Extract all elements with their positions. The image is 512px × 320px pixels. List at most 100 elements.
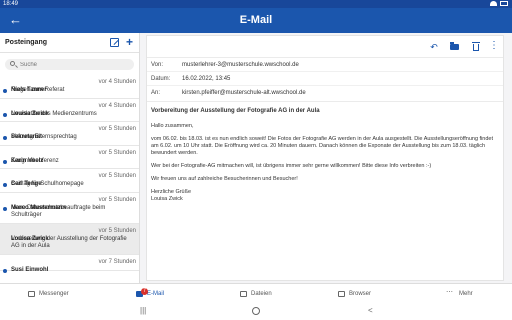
battery-icon — [500, 1, 508, 6]
to-label: An: — [151, 90, 161, 96]
mail-time: vor 5 Stunden — [98, 149, 136, 156]
unread-dot-icon — [3, 136, 7, 140]
reply-icon[interactable]: ↶ — [427, 40, 441, 54]
nav-more-label: Mehr — [459, 290, 473, 297]
mail-item-header: Sekretariat vor 5 Stunden — [11, 125, 136, 140]
unread-dot-icon — [3, 159, 7, 164]
back-icon[interactable]: < — [368, 306, 373, 316]
nav-messenger[interactable]: Messenger — [28, 284, 69, 303]
globe-icon — [338, 290, 345, 297]
body-paragraph: Hallo zusammen, — [151, 123, 194, 129]
mail-item-header: Louisa Zwick vor 5 Stunden — [11, 227, 136, 242]
mail-list-item[interactable]: Karin Voelz vor 5 Stunden Zeugniskonferenz — [0, 146, 139, 169]
nav-browser-label: Browser — [349, 290, 372, 297]
files-icon — [240, 290, 247, 297]
search-box[interactable] — [5, 59, 134, 70]
mail-sender: Karin Voelz — [11, 157, 44, 164]
mail-sender: Carl Tenge — [11, 181, 42, 187]
mail-time: vor 7 Stunden — [98, 258, 136, 265]
move-folder-icon[interactable] — [447, 40, 461, 54]
mail-item-header: Louisa Zwick vor 4 Stunden — [11, 102, 136, 117]
nav-messenger-label: Messenger — [39, 290, 69, 297]
recent-apps-icon[interactable]: ||| — [140, 306, 146, 316]
email-subject: Vorbereitung der Ausstellung der Fotogra… — [151, 108, 320, 114]
from-value[interactable]: musterlehrer-3@musterschule.wwschool.de — [182, 58, 299, 72]
from-label: Von: — [151, 62, 164, 68]
search-icon — [10, 61, 15, 66]
search-input[interactable] — [20, 59, 130, 70]
mail-sender: Louisa Zwick — [11, 235, 49, 242]
nav-email-label: E-Mail — [147, 290, 165, 297]
mail-item-header: Carl Tenge vor 5 Stunden — [11, 172, 136, 187]
nav-more[interactable]: ⋯ Mehr — [446, 284, 473, 303]
mail-sender: Louisa Zwick — [11, 110, 49, 117]
mail-icon: 7 — [136, 287, 148, 297]
unread-badge: 7 — [141, 287, 148, 295]
mail-list-item[interactable]: Carl Tenge vor 5 Stunden Beitrag für Schul… — [0, 169, 139, 193]
mail-list-item[interactable]: Louisa Zwick vor 4 Stunden Newsletter des … — [0, 99, 139, 122]
body-paragraph: Wir freuen uns auf zahlreiche Besucherin… — [151, 176, 298, 182]
status-time: 18:49 — [3, 1, 19, 7]
date-value: 16.02.2022, 13:45 — [182, 76, 231, 82]
unread-dot-icon — [3, 183, 7, 187]
mail-item-header: Karin Voelz vor 5 Stunden — [11, 149, 136, 164]
unread-dot-icon — [3, 112, 7, 117]
more-dots-icon: ⋯ — [446, 288, 454, 296]
nav-email[interactable]: 7 E-Mail — [136, 284, 164, 303]
page-title: E-Mail — [239, 14, 273, 26]
body-signature: Louisa Zwick — [151, 196, 183, 202]
unread-dot-icon — [3, 206, 7, 211]
email-view: ↶ ⋮ Von: musterlehrer-3@musterschule.wws… — [146, 35, 504, 281]
home-icon[interactable] — [252, 307, 260, 315]
mail-time: vor 5 Stunden — [98, 126, 136, 132]
header-date-row: Datum: 16.02.2022, 13:45 — [147, 72, 503, 86]
body-closing: Herzliche Grüße — [151, 189, 192, 195]
nav-files[interactable]: Dateien — [240, 284, 272, 303]
mail-list-item[interactable]: Susi Einwohl vor 7 Stunden — [0, 255, 139, 273]
body-paragraph: vom 06.02. bis 18.03. ist es nun endlich… — [151, 136, 494, 156]
body-paragraph: Wer bei der Fotografie-AG mitmachen will… — [151, 163, 432, 169]
system-navigation: ||| < — [0, 302, 512, 320]
delete-icon[interactable] — [469, 40, 483, 54]
nav-files-label: Dateien — [251, 290, 272, 297]
email-body: Vorbereitung der Ausstellung der Fotogra… — [147, 102, 503, 209]
mail-sender: Marco Mustermann — [11, 204, 67, 211]
mail-item-header: Marco Mustermann vor 5 Stunden — [11, 196, 136, 211]
nav-browser[interactable]: Browser — [338, 284, 371, 303]
mail-list-item[interactable]: Louisa Zwick vor 5 Stunden Vorbereitung de… — [0, 223, 139, 255]
mail-sender: Sekretariat — [11, 134, 43, 140]
folder-header: Posteingang + — [0, 33, 139, 53]
mail-sender: Niels Tanner — [11, 87, 47, 93]
bottom-navigation: Messenger 7 E-Mail Dateien Browser ⋯ Meh… — [0, 283, 512, 302]
header-to-row: An: kirsten.pfeiffer@musterschule-alt.ww… — [147, 86, 503, 100]
status-bar: 18:49 — [0, 0, 512, 8]
mail-time: vor 5 Stunden — [98, 173, 136, 179]
mail-time: vor 4 Stunden — [98, 79, 136, 85]
header-from-row: Von: musterlehrer-3@musterschule.wwschoo… — [147, 58, 503, 72]
to-value[interactable]: kirsten.pfeiffer@musterschule-alt.wwscho… — [182, 86, 306, 100]
status-icons — [490, 1, 508, 6]
mail-time: vor 4 Stunden — [98, 102, 136, 109]
email-toolbar: ↶ ⋮ — [147, 36, 503, 58]
compose-plus-icon[interactable]: + — [126, 35, 133, 49]
mail-sidebar: Posteingang + Niels Tannervor 4 StundenF… — [0, 33, 140, 283]
date-label: Datum: — [151, 76, 171, 82]
folder-title[interactable]: Posteingang — [5, 39, 47, 46]
more-vertical-icon[interactable]: ⋮ — [487, 40, 501, 54]
mail-time: vor 5 Stunden — [98, 196, 136, 203]
mail-list: Niels Tanner vor 4 Stunden Fragen zum Refe… — [0, 75, 139, 273]
edit-icon[interactable] — [110, 38, 119, 47]
messenger-icon — [28, 290, 35, 297]
mail-sender: Susi Einwohl — [11, 266, 49, 273]
wifi-icon — [490, 1, 497, 6]
mail-time: vor 5 Stunden — [98, 227, 136, 234]
app-header: ← E-Mail — [0, 8, 512, 33]
mail-item-header: Niels Tanner vor 4 Stunden — [11, 78, 136, 93]
unread-dot-icon — [3, 268, 7, 273]
mail-item-header: Susi Einwohl vor 7 Stunden — [11, 258, 136, 273]
mail-list-item[interactable]: Sekretariat vor 5 Stunden Planung Elternsp… — [0, 122, 139, 146]
unread-dot-icon — [3, 89, 7, 93]
mail-list-item[interactable]: Niels Tanner vor 4 Stunden Fragen zum Refe… — [0, 75, 139, 99]
email-headers: Von: musterlehrer-3@musterschule.wwschoo… — [147, 58, 503, 102]
mail-list-item[interactable]: Marco Mustermann vor 5 Stunden Neue Datens… — [0, 193, 139, 224]
